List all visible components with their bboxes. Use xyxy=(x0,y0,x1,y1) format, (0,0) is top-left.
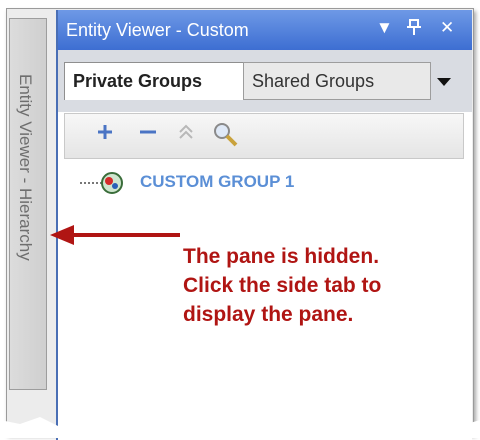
annotation-line: display the pane. xyxy=(183,303,354,326)
annotation-line: The pane is hidden. xyxy=(183,245,380,268)
group-toolbar xyxy=(64,113,464,159)
tree-connector xyxy=(80,182,102,184)
side-tab-entity-viewer-hierarchy[interactable]: Entity Viewer - Hierarchy xyxy=(9,18,47,390)
tab-shared-groups[interactable]: Shared Groups xyxy=(243,62,431,100)
move-up-icon[interactable] xyxy=(177,120,195,151)
pin-icon[interactable] xyxy=(406,18,422,41)
remove-icon[interactable] xyxy=(137,120,159,151)
group-tabs: Private Groups Shared Groups xyxy=(58,50,472,112)
annotation-line: Click the side tab to xyxy=(183,274,382,297)
dropdown-arrow-icon[interactable]: ▼ xyxy=(376,18,393,38)
tree-item-custom-group-1[interactable]: CUSTOM GROUP 1 xyxy=(140,172,294,192)
side-tab-label: Entity Viewer - Hierarchy xyxy=(16,74,35,261)
annotation-callout: The pane is hidden. Click the side tab t… xyxy=(183,242,453,329)
tab-list-dropdown-icon[interactable] xyxy=(434,72,454,92)
custom-group-icon[interactable] xyxy=(100,171,124,195)
add-icon[interactable] xyxy=(95,120,115,151)
pane-title-bar: Entity Viewer - Custom ▼ ✕ xyxy=(58,10,472,50)
search-icon[interactable] xyxy=(211,120,239,155)
torn-edge xyxy=(0,416,480,438)
pane-title: Entity Viewer - Custom xyxy=(66,20,249,40)
close-icon[interactable]: ✕ xyxy=(440,18,454,38)
left-arrow-icon xyxy=(50,225,180,245)
tab-private-groups[interactable]: Private Groups xyxy=(64,62,246,100)
